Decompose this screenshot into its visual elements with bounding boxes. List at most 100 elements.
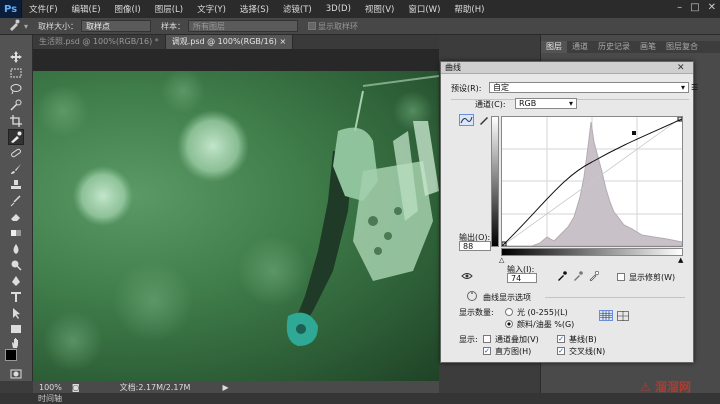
dialog-close-icon[interactable]: ✕ [677,63,685,73]
baseline-checkbox[interactable]: ✓ [557,335,565,343]
zoom-level[interactable]: 100% [39,383,62,392]
tab-layer-comps[interactable]: 图层复合 [661,41,703,53]
move-tool-icon[interactable] [8,49,24,65]
history-brush-tool-icon[interactable] [8,193,24,209]
grid-10x10-icon[interactable] [617,311,629,321]
white-point-slider-icon[interactable]: ▲ [678,256,683,264]
separator [545,297,685,298]
eyedropper-preset-icon[interactable] [8,19,20,33]
menu-file[interactable]: 文件(F) [22,3,65,15]
dodge-tool-icon[interactable] [8,257,24,273]
collapse-options-icon[interactable]: ˄ [467,291,477,301]
menu-filter[interactable]: 滤镜(T) [276,3,319,15]
chevron-down-icon: ▾ [680,83,685,92]
sample-size-label: 取样大小： [38,21,79,31]
preset-select[interactable]: 自定 ▾ [489,82,689,93]
light-radio-label: 光 (0-255)(L) [517,308,568,317]
menu-select[interactable]: 选择(S) [233,3,276,15]
menu-help[interactable]: 帮助(H) [447,3,491,15]
channel-overlay-label: 通道叠加(V) [495,335,539,344]
black-point-slider-icon[interactable]: △ [499,256,504,264]
menu-image[interactable]: 图像(I) [108,3,148,15]
dialog-title: 曲线 [441,62,693,74]
chevron-down-icon: ▾ [568,99,573,108]
pen-tool-icon[interactable] [8,273,24,289]
marquee-tool-icon[interactable] [8,65,24,81]
pencil-draw-icon[interactable] [478,114,490,126]
pigment-radio[interactable] [505,320,513,328]
quick-mask-icon[interactable] [8,369,24,379]
close-icon[interactable]: ✕ [708,2,716,13]
document-info: 文档:2.17M/2.17M [119,382,191,392]
clone-stamp-tool-icon[interactable] [8,177,24,193]
lasso-tool-icon[interactable] [8,81,24,97]
intersection-label: 交叉线(N) [569,347,606,356]
histogram [502,121,683,247]
channel-select[interactable]: RGB ▾ [515,98,577,109]
panel-tabs: 图层 通道 历史记录 画笔 图层复合 [541,41,720,53]
channel-overlay-checkbox[interactable] [483,335,491,343]
menu-3d[interactable]: 3D(D) [319,4,358,14]
sample-select[interactable]: 所有图层 [188,20,299,32]
tab-document-1[interactable]: 生活照.psd @ 100%(RGB/16) * [33,35,166,49]
output-gradient-bar [491,116,499,247]
menu-edit[interactable]: 编辑(E) [65,3,108,15]
crop-tool-icon[interactable] [8,113,24,129]
tools-panel [0,35,33,381]
tab-brushes[interactable]: 画笔 [635,41,661,53]
show-sampling-ring-checkbox[interactable] [308,22,317,30]
gradient-tool-icon[interactable] [8,225,24,241]
type-tool-icon[interactable] [8,289,24,305]
blur-tool-icon[interactable] [8,241,24,257]
histogram-checkbox[interactable]: ✓ [483,347,491,355]
light-radio[interactable] [505,308,513,316]
white-eyedropper-icon[interactable] [589,270,600,283]
channel-value: RGB [519,99,537,108]
canvas-area[interactable] [33,49,439,381]
path-selection-tool-icon[interactable] [8,305,24,321]
menu-type[interactable]: 文字(Y) [190,3,233,15]
document-tabs: 生活照.psd @ 100%(RGB/16) * 调观.psd @ 100%(R… [33,35,439,49]
grid-4x4-icon[interactable] [599,310,613,321]
status-menu-icon[interactable]: ◙ [72,383,80,392]
brush-tool-icon[interactable] [8,161,24,177]
menu-layer[interactable]: 图层(L) [148,3,190,15]
curve-edit-points-icon[interactable] [459,114,474,126]
black-eyedropper-icon[interactable] [557,271,567,283]
curve-graph[interactable] [501,116,683,247]
menu-window[interactable]: 窗口(W) [401,3,447,15]
sample-size-select[interactable]: 取样点 [81,20,152,32]
foreground-color-swatch[interactable] [5,349,17,361]
tab-channels[interactable]: 通道 [567,41,593,53]
histogram-label: 直方图(H) [495,347,532,356]
document-image[interactable] [33,69,439,381]
menu-view[interactable]: 视图(V) [358,3,401,15]
show-amount-label: 显示数量: [459,308,494,317]
eyedropper-tool-icon[interactable] [8,129,24,145]
preset-value: 自定 [493,83,509,92]
healing-brush-tool-icon[interactable] [8,145,24,161]
display-options-label: 曲线显示选项 [483,293,531,302]
preset-dropdown-icon[interactable]: ▾ [24,22,28,31]
tab-layers[interactable]: 图层 [541,41,567,53]
curves-dialog: 曲线 ✕ 预设(R): 自定 ▾ ☰ 通道(C): RGB ▾ △ ▲ 输出(O… [440,61,698,363]
show-clipping-checkbox[interactable] [617,273,625,281]
intersection-checkbox[interactable]: ✓ [557,347,565,355]
curve-point[interactable] [632,131,636,135]
sample-label: 样本： [161,21,186,31]
tab-document-2[interactable]: 调观.psd @ 100%(RGB/16) × [165,35,294,49]
output-field[interactable]: 88 [459,241,491,251]
preset-options-icon[interactable]: ☰ [691,83,698,92]
eraser-tool-icon[interactable] [8,209,24,225]
on-image-adjust-icon[interactable] [461,271,473,283]
photoshop-logo: Ps [0,0,22,18]
minimize-icon[interactable]: – [677,2,682,13]
input-field[interactable]: 74 [507,273,537,283]
maximize-icon[interactable]: □ [690,2,699,13]
quick-select-tool-icon[interactable] [8,97,24,113]
input-gradient-bar [501,248,683,256]
status-arrow-icon[interactable]: ▶ [222,383,228,392]
gray-eyedropper-icon[interactable] [573,271,583,283]
tab-history[interactable]: 历史记录 [593,41,635,53]
timeline-tab[interactable]: 时间轴 [0,393,720,404]
